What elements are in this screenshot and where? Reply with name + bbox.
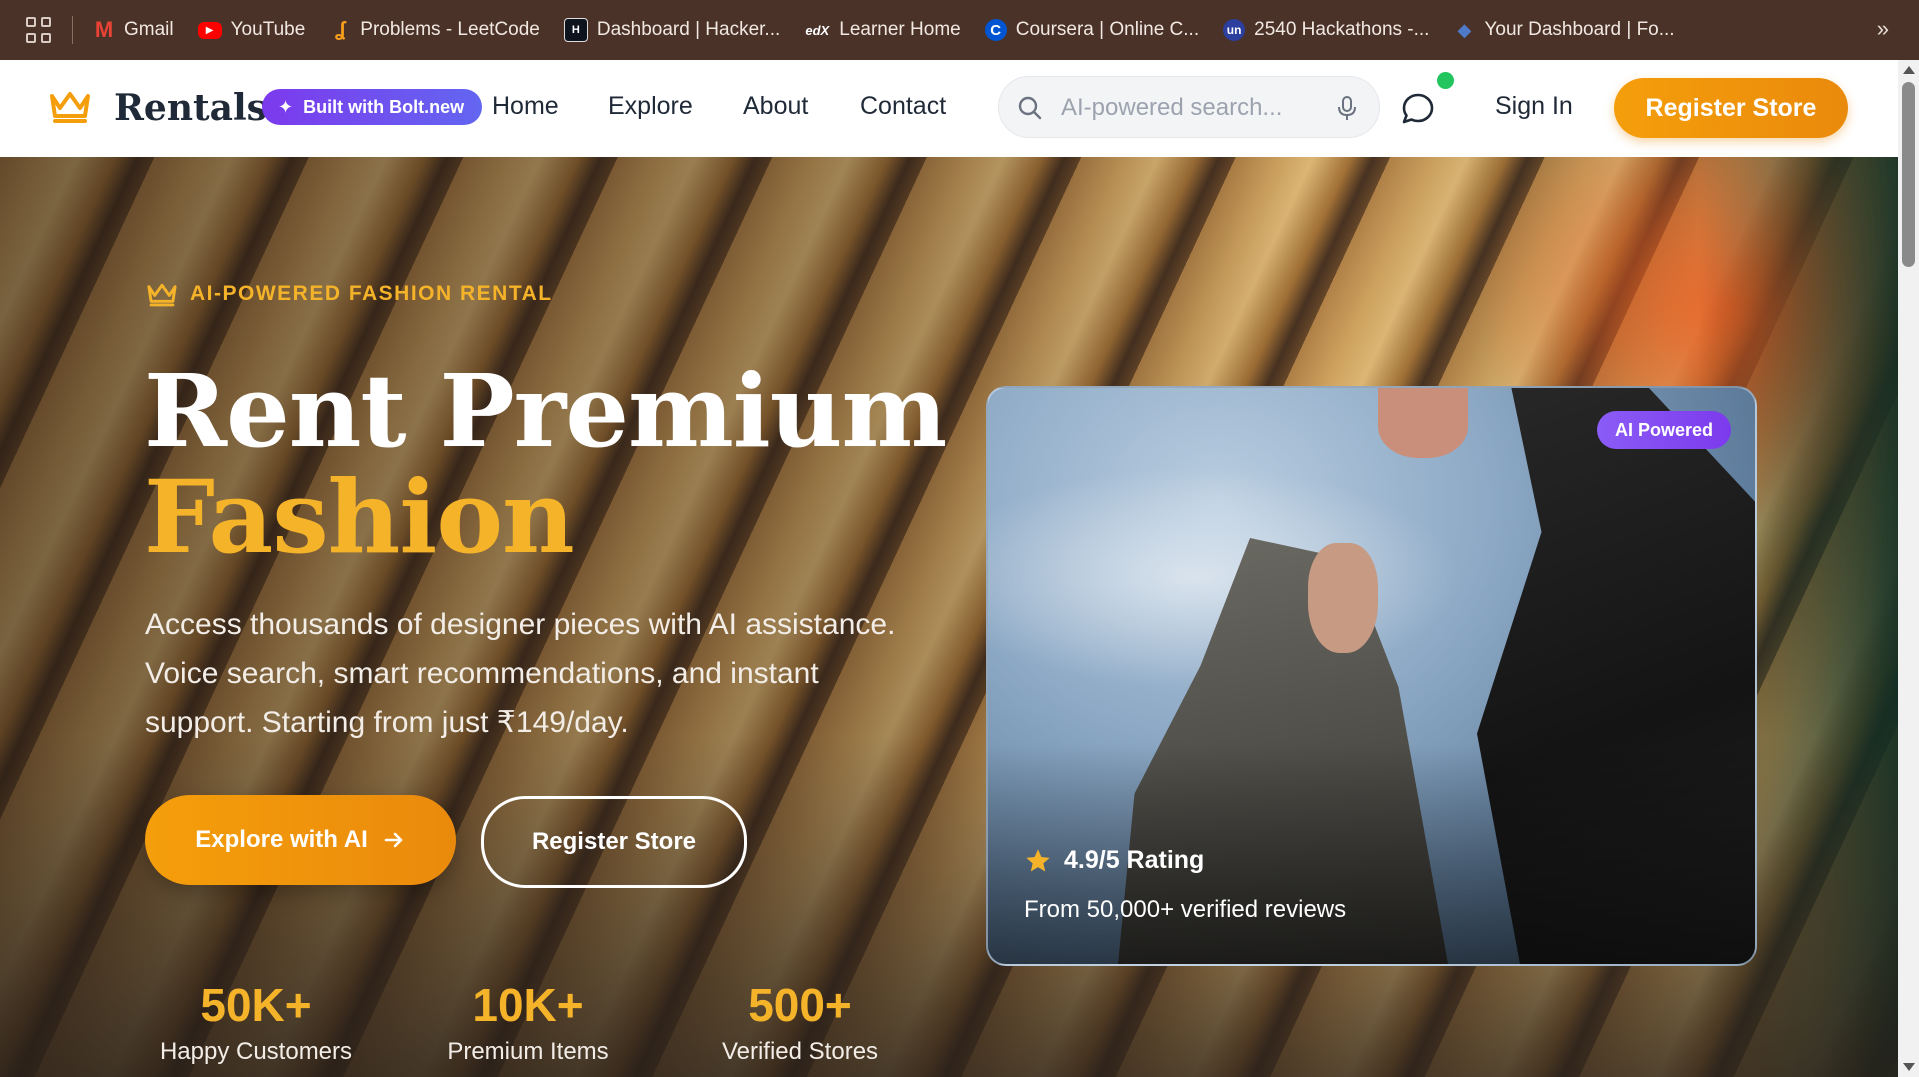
bookmark-label: 2540 Hackathons -... <box>1254 19 1430 40</box>
featured-fashion-card: AI Powered 4.9/5 Rating From 50,000+ ver… <box>986 386 1757 966</box>
nav-link-about[interactable]: About <box>743 92 808 121</box>
search-input[interactable] <box>1059 92 1333 124</box>
page-scrollbar[interactable] <box>1898 60 1919 1077</box>
star-icon <box>1026 848 1050 871</box>
scroll-up-icon[interactable] <box>1903 66 1915 74</box>
stat-label: Verified Stores <box>721 1038 879 1065</box>
bolt-badge-label: Built with Bolt.new <box>303 96 465 117</box>
stat-value: 500+ <box>748 979 852 1031</box>
bookmark-label: Learner Home <box>839 19 961 40</box>
chevron-double-right-icon[interactable]: » <box>1877 16 1889 42</box>
card-photo-decor <box>1378 388 1468 458</box>
hero-title-line1: Rent Premium <box>144 352 947 470</box>
nav-link-home[interactable]: Home <box>492 92 559 121</box>
register-store-outline-button[interactable]: Register Store <box>481 796 747 888</box>
bookmark-label: Dashboard | Hacker... <box>596 19 781 40</box>
bookmarks-bar: M Gmail ▶ YouTube ʆ Problems - LeetCode … <box>0 0 1919 60</box>
stat-value: 50K+ <box>200 979 312 1031</box>
nav-link-explore[interactable]: Explore <box>608 92 693 121</box>
bookmark-gmail[interactable]: M Gmail <box>93 17 174 42</box>
gmail-icon: M <box>94 17 114 42</box>
bookmark-label: YouTube <box>230 19 306 40</box>
crown-icon <box>147 283 177 307</box>
bookmarks-divider <box>72 16 73 44</box>
arrow-right-icon <box>384 832 403 848</box>
reviews-text: From 50,000+ verified reviews <box>1024 896 1347 923</box>
hackerrank-icon: H <box>563 18 588 42</box>
bookmark-hackerrank[interactable]: H Dashboard | Hacker... <box>563 18 781 42</box>
edx-icon: edX <box>805 22 830 38</box>
bookmark-label: Coursera | Online C... <box>1015 19 1200 40</box>
coursera-icon: C <box>984 19 1007 41</box>
nav-link-contact[interactable]: Contact <box>860 92 946 121</box>
crown-logo-icon[interactable] <box>48 88 92 124</box>
bookmark-coursera[interactable]: C Coursera | Online C... <box>984 19 1200 41</box>
bookmark-leetcode[interactable]: ʆ Problems - LeetCode <box>329 19 540 41</box>
eyebrow-text: AI-POWERED FASHION RENTAL <box>190 282 553 305</box>
stat-label: Premium Items <box>447 1038 609 1065</box>
online-indicator <box>1437 72 1454 89</box>
youtube-icon: ▶ <box>197 21 222 39</box>
search-icon <box>1018 96 1042 120</box>
apps-grid-icon[interactable] <box>26 17 52 43</box>
bookmark-label: Gmail <box>124 19 174 40</box>
bookmark-unstop[interactable]: un 2540 Hackathons -... <box>1223 19 1429 41</box>
stat-label: Happy Customers <box>159 1038 353 1065</box>
chat-bubble-icon[interactable] <box>1400 91 1436 127</box>
bookmark-edx[interactable]: edX Learner Home <box>804 19 960 41</box>
dashboard-icon: ◆ <box>1457 19 1472 40</box>
brand-name[interactable]: Rentals <box>114 87 267 129</box>
card-photo-decor <box>1308 543 1378 653</box>
register-store-button[interactable]: Register Store <box>1614 78 1848 138</box>
hero-description: Access thousands of designer pieces with… <box>145 608 896 739</box>
bookmark-youtube[interactable]: ▶ YouTube <box>197 19 306 41</box>
search-bar <box>998 76 1380 138</box>
sparkle-icon: ✦ <box>278 96 294 117</box>
bolt-badge[interactable]: ✦ Built with Bolt.new <box>262 89 483 125</box>
explore-with-ai-button[interactable]: Explore with AI <box>145 795 456 885</box>
hero-title-line2: Fashion <box>144 458 575 576</box>
leetcode-icon: ʆ <box>334 18 346 41</box>
rating-text: 4.9/5 Rating <box>1064 846 1205 874</box>
explore-button-label: Explore with AI <box>195 826 368 853</box>
bookmark-dashboard[interactable]: ◆ Your Dashboard | Fo... <box>1453 19 1675 41</box>
sign-in-link[interactable]: Sign In <box>1495 92 1573 121</box>
bookmark-label: Your Dashboard | Fo... <box>1484 19 1675 40</box>
ai-powered-badge: AI Powered <box>1596 411 1731 449</box>
hero-eyebrow: AI-POWERED FASHION RENTAL <box>146 280 553 308</box>
bookmark-label: Problems - LeetCode <box>360 19 540 40</box>
unstop-icon: un <box>1223 19 1246 41</box>
scroll-down-icon[interactable] <box>1903 1063 1915 1071</box>
microphone-icon[interactable] <box>1337 95 1357 121</box>
rating-row: 4.9/5 Rating <box>1024 846 1204 875</box>
stat-value: 10K+ <box>472 979 584 1031</box>
scrollbar-thumb[interactable] <box>1902 82 1915 267</box>
